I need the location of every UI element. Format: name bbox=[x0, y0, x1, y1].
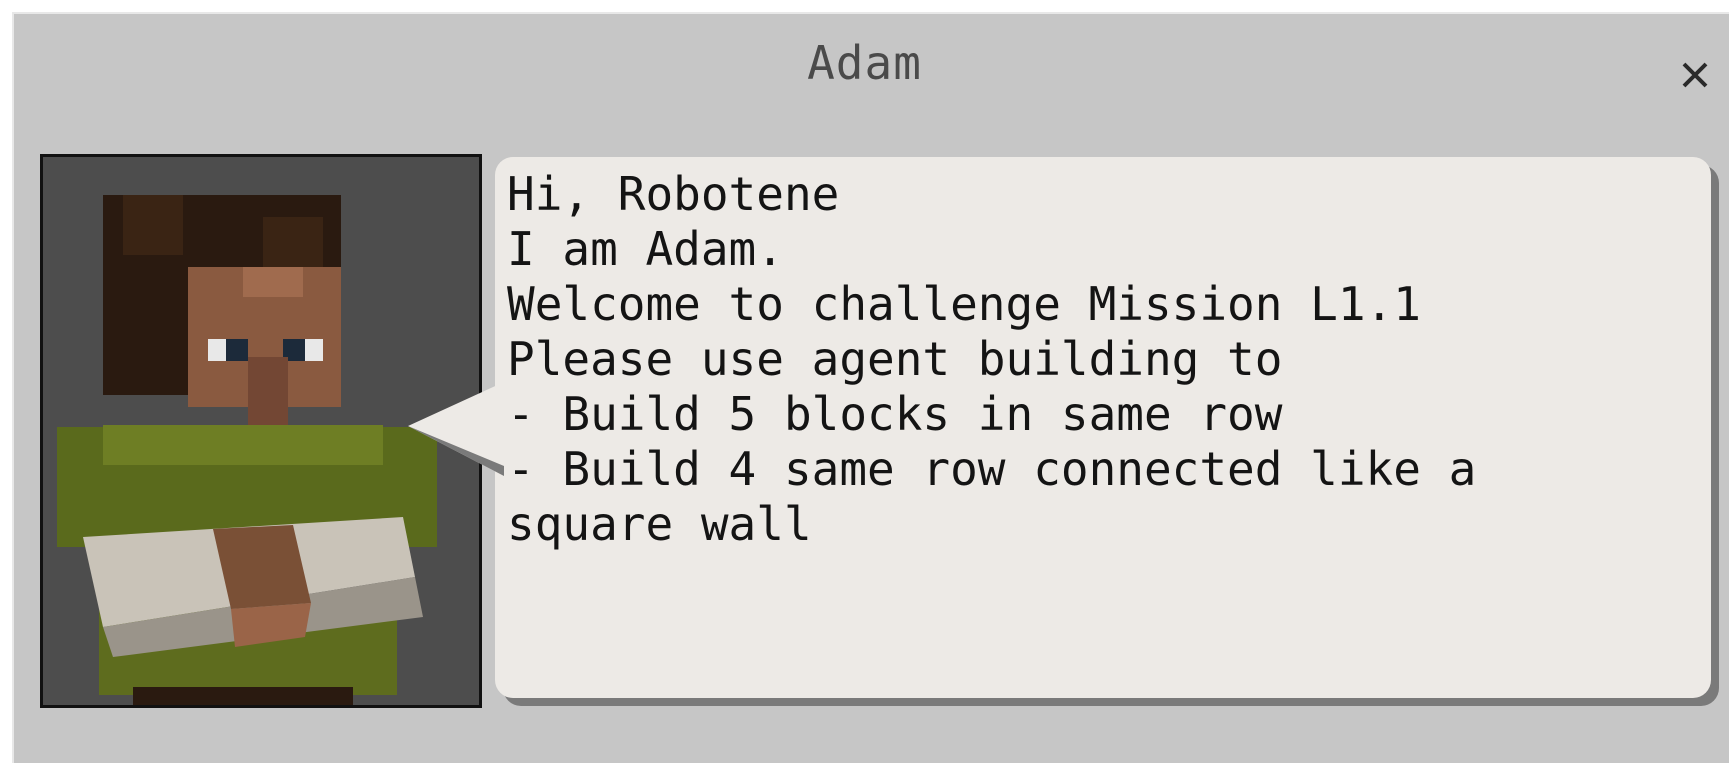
speech-text: Hi, Robotene I am Adam. Welcome to chall… bbox=[507, 167, 1691, 552]
speech-line: - Build 4 same row connected like a bbox=[507, 442, 1477, 496]
close-button[interactable] bbox=[1668, 48, 1722, 102]
speech-bubble: Hi, Robotene I am Adam. Welcome to chall… bbox=[495, 157, 1711, 698]
speech-line: square wall bbox=[507, 497, 812, 551]
speech-line: Please use agent building to bbox=[507, 332, 1283, 386]
speech-tail-icon bbox=[408, 382, 504, 476]
speech-line: - Build 5 blocks in same row bbox=[507, 387, 1283, 441]
speech-line: Welcome to challenge Mission L1.1 bbox=[507, 277, 1421, 331]
close-icon bbox=[1682, 62, 1708, 88]
speech-line: I am Adam. bbox=[507, 222, 784, 276]
speech-line: Hi, Robotene bbox=[507, 167, 840, 221]
dialog-title: Adam bbox=[807, 36, 922, 90]
